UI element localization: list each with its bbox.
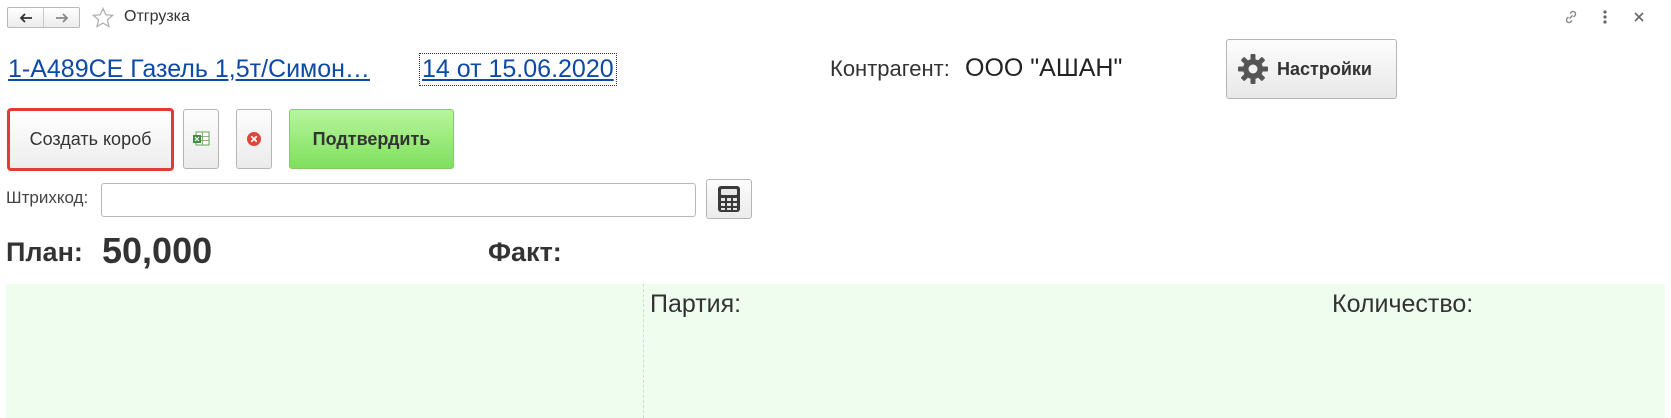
scan-info-panel: Партия: Количество:: [6, 284, 1665, 418]
contractor-value: ООО "АШАН": [965, 54, 1123, 82]
window-actions: [1561, 7, 1649, 27]
confirm-button[interactable]: Подтвердить: [289, 109, 454, 169]
settings-button[interactable]: Настройки: [1226, 39, 1397, 99]
gear-icon: [1238, 54, 1268, 84]
forward-button[interactable]: [43, 8, 79, 27]
star-icon[interactable]: [91, 6, 115, 30]
calculator-button[interactable]: [706, 179, 752, 219]
create-box-button[interactable]: Создать короб: [7, 108, 174, 171]
window-topbar: Отгрузка: [0, 0, 1671, 34]
panel-divider: [643, 284, 644, 418]
settings-button-label: Настройки: [1277, 58, 1372, 79]
vehicle-link[interactable]: 1-А489СЕ Газель 1,5т/Симон…: [8, 55, 370, 84]
contractor-label: Контрагент:: [830, 56, 950, 81]
fact-label: Факт:: [488, 237, 562, 267]
link-icon[interactable]: [1561, 7, 1581, 27]
back-button[interactable]: [8, 8, 43, 27]
back-arrow-icon: [19, 12, 32, 23]
more-icon[interactable]: [1595, 7, 1615, 27]
forward-arrow-icon: [55, 12, 68, 23]
document-link[interactable]: 14 от 15.06.2020: [419, 53, 617, 86]
plan-value: 50,000: [102, 230, 213, 271]
calculator-icon: [718, 186, 740, 212]
quantity-label: Количество:: [1332, 290, 1474, 318]
close-icon[interactable]: [1629, 7, 1649, 27]
spreadsheet-icon: [193, 131, 210, 146]
form-title: Отгрузка: [124, 8, 190, 25]
barcode-label: Штрихкод:: [6, 188, 89, 207]
cancel-icon: [247, 132, 261, 146]
export-to-excel-button[interactable]: [183, 109, 219, 169]
navigation-buttons: [7, 7, 80, 28]
batch-label: Партия:: [650, 290, 742, 318]
cancel-button[interactable]: [236, 109, 272, 169]
barcode-input[interactable]: [101, 183, 696, 217]
plan-label: План:: [6, 237, 83, 267]
